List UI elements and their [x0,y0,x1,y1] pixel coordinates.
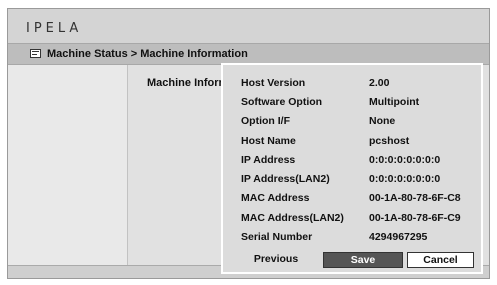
section-label: Machine Inforr [147,77,223,89]
info-label: Host Name [241,135,296,147]
info-value: 00-1A-80-78-6F-C8 [369,192,461,204]
info-label: Host Version [241,77,306,89]
save-button[interactable]: Save [323,252,403,268]
info-label: Software Option [241,96,323,108]
info-value: None [369,115,396,127]
info-value: 00-1A-80-78-6F-C9 [369,212,461,224]
info-row: Host Name pcshost [223,135,481,153]
previous-button[interactable]: Previous [245,252,307,268]
info-label: Option I/F [241,115,290,127]
ipela-logo: IPELA [26,21,83,36]
info-row: Option I/F None [223,115,481,133]
info-row: Host Version 2.00 [223,77,481,95]
info-value: 0:0:0:0:0:0:0:0 [369,154,441,166]
info-label: MAC Address(LAN2) [241,212,344,224]
machine-info-dialog: Host Version 2.00 Software Option Multip… [221,63,483,274]
screen: IPELA Machine Status > Machine Informati… [7,8,490,279]
info-value: 4294967295 [369,231,428,243]
cancel-button[interactable]: Cancel [407,252,474,268]
info-row: IP Address(LAN2) 0:0:0:0:0:0:0:0 [223,173,481,191]
info-row: IP Address 0:0:0:0:0:0:0:0 [223,154,481,172]
info-label: IP Address [241,154,296,166]
info-row: Software Option Multipoint [223,96,481,114]
left-panel [8,65,128,265]
info-row: MAC Address(LAN2) 00-1A-80-78-6F-C9 [223,212,481,230]
info-label: MAC Address [241,192,310,204]
breadcrumb: Machine Status > Machine Information [47,48,248,60]
info-value: 2.00 [369,77,390,89]
info-row: Serial Number 4294967295 [223,231,481,249]
info-label: Serial Number [241,231,313,243]
info-value: Multipoint [369,96,420,108]
header-bar: Machine Status > Machine Information [8,43,489,65]
info-row: MAC Address 00-1A-80-78-6F-C8 [223,192,481,210]
window-icon [30,49,41,58]
info-label: IP Address(LAN2) [241,173,330,185]
info-value: pcshost [369,135,410,147]
info-value: 0:0:0:0:0:0:0:0 [369,173,441,185]
